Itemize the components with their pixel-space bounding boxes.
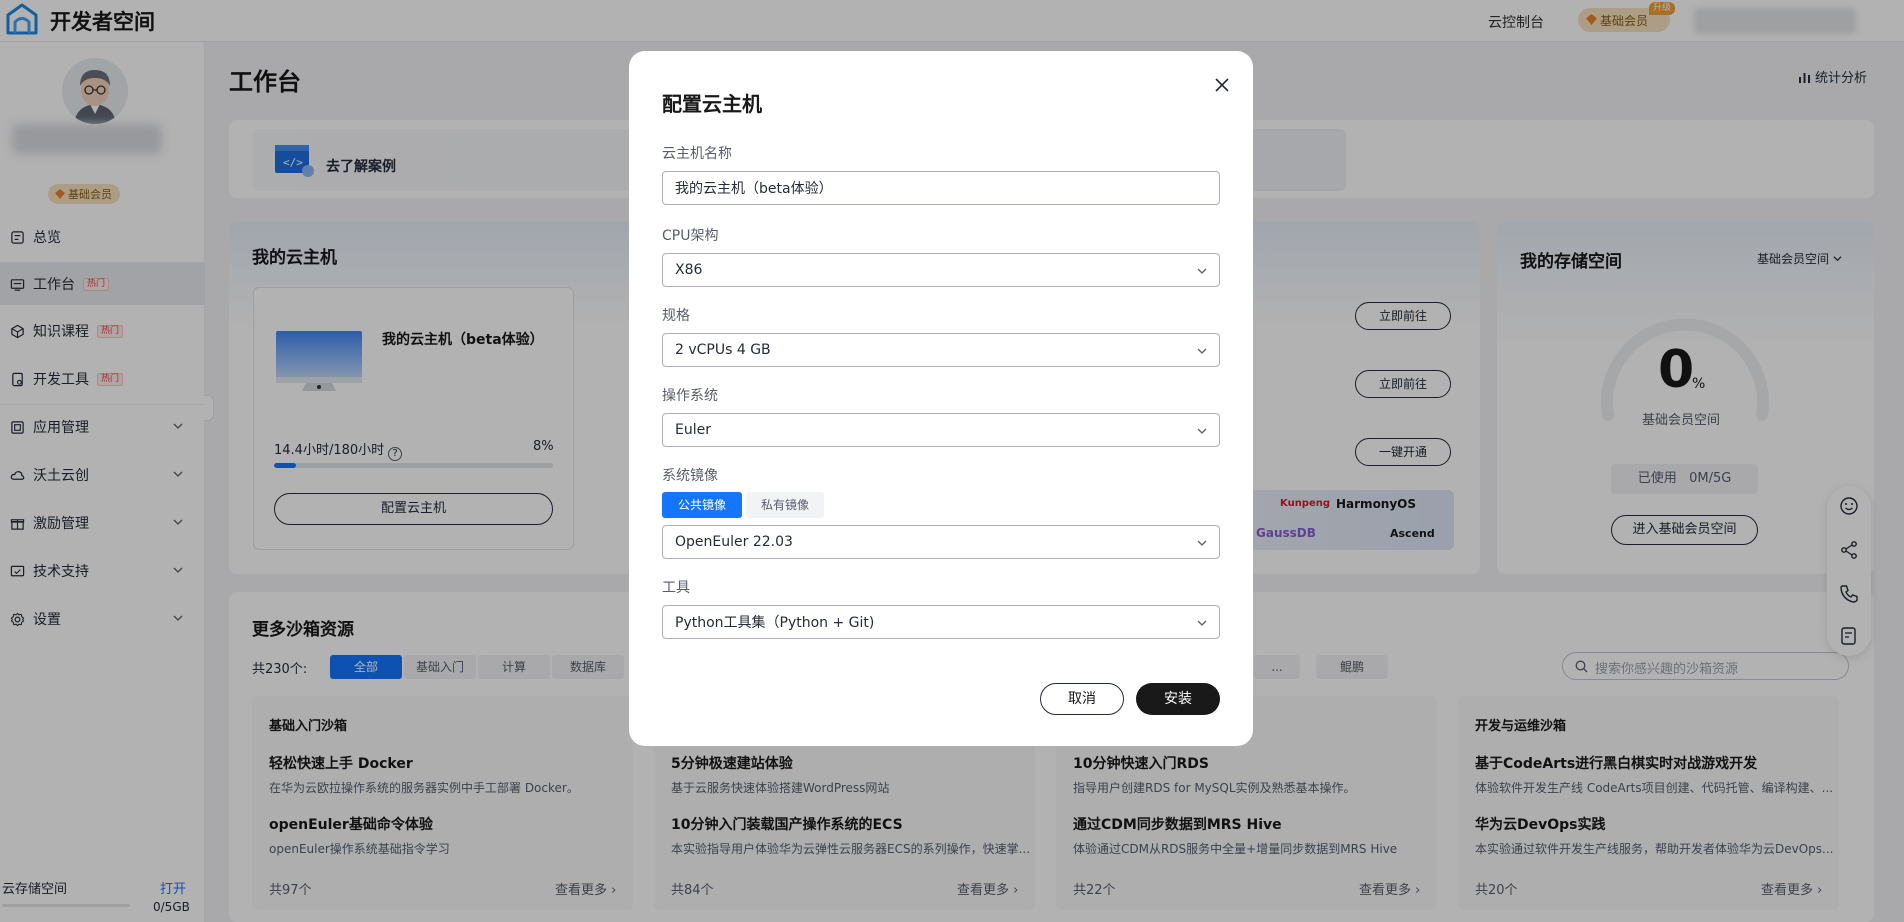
dialog-title: 配置云主机 [662,92,762,116]
spec-select[interactable]: 2 vCPUs 4 GB [662,333,1220,367]
tab-private-image[interactable]: 私有镜像 [746,492,824,518]
tools-label: 工具 [662,580,690,596]
vm-name-input[interactable]: 我的云主机（beta体验） [662,171,1220,205]
os-value: Euler [675,422,711,438]
tab-public-image[interactable]: 公共镜像 [662,492,742,518]
install-button[interactable]: 安装 [1136,683,1220,715]
image-label: 系统镜像 [662,468,718,484]
chevron-down-icon [1197,540,1207,546]
spec-label: 规格 [662,308,690,324]
cpu-arch-label: CPU架构 [662,228,719,244]
chevron-down-icon [1197,268,1207,274]
cpu-arch-select[interactable]: X86 [662,253,1220,287]
os-select[interactable]: Euler [662,413,1220,447]
tools-select[interactable]: Python工具集（Python + Git) [662,605,1220,639]
spec-value: 2 vCPUs 4 GB [675,342,771,358]
vm-name-label: 云主机名称 [662,146,732,162]
chevron-down-icon [1197,348,1207,354]
image-value: OpenEuler 22.03 [675,534,793,550]
image-select[interactable]: OpenEuler 22.03 [662,525,1220,559]
cancel-button[interactable]: 取消 [1040,683,1124,715]
close-icon[interactable] [1212,75,1232,95]
chevron-down-icon [1197,428,1207,434]
os-label: 操作系统 [662,388,718,404]
tools-value: Python工具集（Python + Git) [675,615,875,631]
vm-name-value: 我的云主机（beta体验） [675,181,833,197]
chevron-down-icon [1197,620,1207,626]
cpu-arch-value: X86 [675,262,703,278]
